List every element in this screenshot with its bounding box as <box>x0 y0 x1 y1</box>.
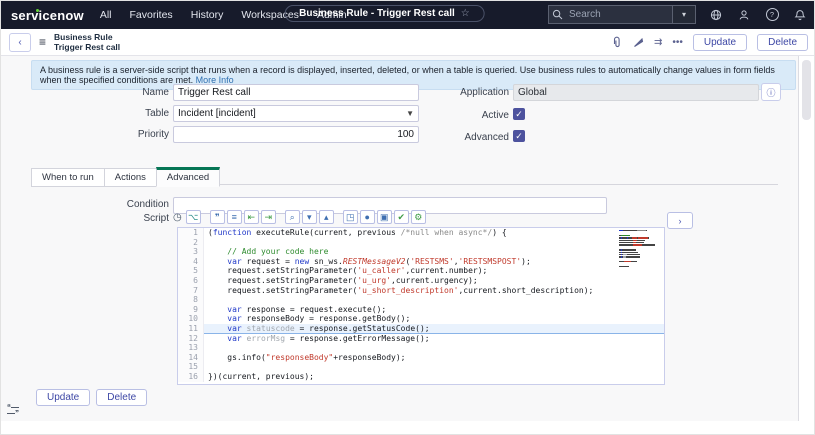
record-context-label: Business Rule - Trigger Rest call <box>299 8 455 19</box>
form-content: A business rule is a server-side script … <box>1 56 798 421</box>
condition-label: Condition <box>41 199 169 210</box>
user-icon[interactable] <box>736 7 752 23</box>
application-value: Global <box>518 87 547 98</box>
code-line-14: 14 gs.info("responseBody"+responseBody); <box>178 353 664 363</box>
servicenow-app-window: servicenow AllFavoritesHistoryWorkspaces… <box>0 0 815 435</box>
code-line-13: 13 <box>178 343 664 353</box>
nav-item-all[interactable]: All <box>100 9 112 21</box>
code-line-4: 4 var request = new sn_ws.RESTMessageV2(… <box>178 257 664 267</box>
nav-item-favorites[interactable]: Favorites <box>130 9 173 21</box>
application-label: Application <box>381 87 509 98</box>
script-code-editor[interactable]: 1(function executeRule(current, previous… <box>177 227 665 385</box>
servicenow-logo: servicenow <box>11 8 84 23</box>
back-button[interactable]: ‹ <box>9 33 31 52</box>
footer-update-button[interactable]: Update <box>36 389 90 406</box>
footer-delete-button[interactable]: Delete <box>96 389 147 406</box>
search-placeholder: Search <box>565 9 672 20</box>
save-button[interactable]: ▣ <box>377 210 392 224</box>
script-label: Script <box>41 213 169 224</box>
name-label: Name <box>41 87 169 98</box>
code-line-10: 10 var responseBody = response.getBody()… <box>178 314 664 324</box>
header-update-button[interactable]: Update <box>693 34 747 51</box>
indent-button[interactable]: ⇥ <box>261 210 276 224</box>
code-line-3: 3 // Add your code here <box>178 247 664 257</box>
top-navbar: servicenow AllFavoritesHistoryWorkspaces… <box>1 1 815 29</box>
page-bottom-margin <box>1 421 815 435</box>
personalize-form-icon[interactable] <box>633 37 644 48</box>
code-line-8: 8 <box>178 295 664 305</box>
open-fullscreen-button[interactable]: ◳ <box>343 210 358 224</box>
code-line-15: 15 <box>178 362 664 372</box>
code-line-1: 1(function executeRule(current, previous… <box>178 228 664 238</box>
expand-editor-button[interactable]: › <box>667 212 693 229</box>
active-checkbox[interactable] <box>513 108 525 120</box>
more-options-icon[interactable]: ••• <box>672 37 683 48</box>
response-time-indicator-icon: “——” <box>7 405 19 417</box>
script-editor-toolbar: ◷ ⌥ ❞≡⇤⇥ ⌕▾▴ ◳●▣✔⚙ <box>173 210 426 224</box>
outdent-button[interactable]: ⇤ <box>244 210 259 224</box>
application-field: Global <box>513 84 759 101</box>
find-next-button[interactable]: ▾ <box>302 210 317 224</box>
table-select-value: Incident [incident] <box>178 108 406 119</box>
tab-actions[interactable]: Actions <box>104 168 157 187</box>
info-banner-text: A business rule is a server-side script … <box>40 65 775 85</box>
code-line-12: 12 var errorMsg = response.getErrorMessa… <box>178 334 664 344</box>
activity-stream-icon[interactable]: ⇉ <box>654 37 662 48</box>
scrollbar-thumb[interactable] <box>802 60 811 120</box>
code-line-16: 16})(current, previous); <box>178 372 664 382</box>
code-lines: 1(function executeRule(current, previous… <box>178 228 664 382</box>
help-button[interactable]: ● <box>360 210 375 224</box>
editor-preferences-button[interactable]: ⚙ <box>411 210 426 224</box>
notifications-icon[interactable] <box>792 7 808 23</box>
advanced-checkbox[interactable] <box>513 130 525 142</box>
code-line-9: 9 var response = request.execute(); <box>178 305 664 315</box>
context-menu-icon[interactable]: ≡ <box>39 35 46 49</box>
record-header: ‹ ≡ Business Rule Trigger Rest call ⇉ ••… <box>1 29 815 56</box>
attachment-icon[interactable] <box>611 36 623 49</box>
favorite-star-icon[interactable]: ☆ <box>461 8 470 19</box>
tab-advanced[interactable]: Advanced <box>156 167 220 187</box>
format-code-button[interactable]: ≡ <box>227 210 242 224</box>
header-delete-button[interactable]: Delete <box>757 34 808 51</box>
record-context-pill[interactable]: Business Rule - Trigger Rest call ☆ <box>284 5 485 22</box>
toggle-comment-button[interactable]: ❞ <box>210 210 225 224</box>
active-label: Active <box>381 110 509 121</box>
table-label: Table <box>41 108 169 119</box>
nav-item-history[interactable]: History <box>191 9 224 21</box>
help-icon[interactable]: ? <box>764 7 780 23</box>
code-line-7: 7 request.setStringParameter('u_short_de… <box>178 286 664 296</box>
search-scope-dropdown[interactable]: ▾ <box>672 6 695 23</box>
field-history-icon[interactable]: ◷ <box>173 212 182 223</box>
find-previous-button[interactable]: ▴ <box>319 210 334 224</box>
record-type-label: Business Rule <box>54 32 120 42</box>
tab-when-to-run[interactable]: When to run <box>31 168 105 187</box>
tab-strip: When to runActionsAdvanced <box>31 167 219 187</box>
code-line-2: 2 <box>178 238 664 248</box>
code-line-11: 11 var statuscode = response.getStatusCo… <box>178 324 664 334</box>
syntax-tree-button[interactable]: ⌥ <box>186 210 201 224</box>
editor-minimap <box>619 230 661 268</box>
code-line-6: 6 request.setStringParameter('u_urg',cur… <box>178 276 664 286</box>
priority-label: Priority <box>41 129 169 140</box>
search-button[interactable]: ⌕ <box>285 210 300 224</box>
global-search[interactable]: Search ▾ <box>548 5 696 24</box>
advanced-label: Advanced <box>381 132 509 143</box>
search-icon <box>549 7 565 23</box>
page-scrollbar[interactable] <box>798 56 815 421</box>
application-info-button[interactable]: ⓘ <box>761 83 781 101</box>
globe-icon[interactable] <box>708 7 724 23</box>
syntax-check-button[interactable]: ✔ <box>394 210 409 224</box>
code-line-5: 5 request.setStringParameter('u_caller',… <box>178 266 664 276</box>
record-name-label: Trigger Rest call <box>54 42 120 52</box>
